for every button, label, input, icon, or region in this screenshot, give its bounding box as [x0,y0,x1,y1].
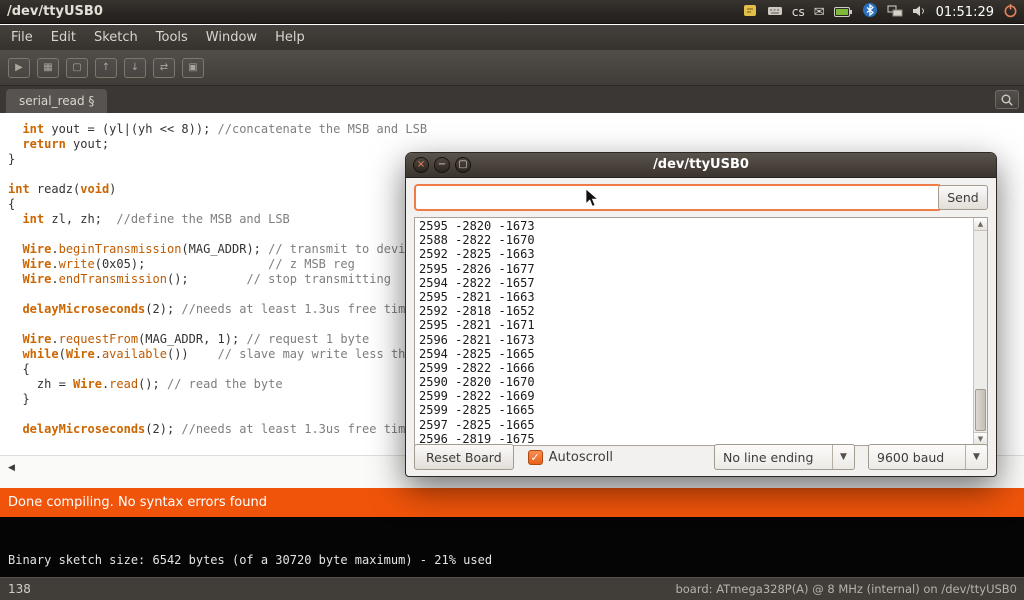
burn-button[interactable]: ▣ [182,58,204,78]
serial-monitor-window: × − ▢ /dev/ttyUSB0 Send 2595 -2820 -1673… [405,152,997,477]
notes-indicator-icon[interactable] [743,3,758,22]
bluetooth-icon[interactable] [862,2,878,22]
menu-edit[interactable]: Edit [42,25,85,50]
baud-rate-value: 9600 baud [869,450,965,465]
session-power-icon[interactable] [1003,3,1018,22]
serial-line: 2597 -2825 -1665 [419,418,972,432]
window-title: /dev/ttyUSB0 [7,4,103,19]
keyboard-layout-label[interactable]: cs [792,5,805,19]
serial-line: 2590 -2820 -1670 [419,375,972,389]
menu-sketch[interactable]: Sketch [85,25,147,50]
serial-input-row: Send [414,184,988,211]
scroll-left-icon[interactable]: ◀ [8,463,15,473]
code-line: int yout = (yl|(yh << 8)); //concatenate… [8,122,1024,137]
serial-line: 2592 -2825 -1663 [419,247,972,261]
reset-board-button[interactable]: Reset Board [414,444,514,470]
magnifier-icon [1000,93,1014,107]
serial-monitor-button[interactable] [995,90,1019,109]
serial-line: 2596 -2821 -1673 [419,333,972,347]
verify-button[interactable]: ▶ [8,58,30,78]
menubar: FileEditSketchToolsWindowHelp [0,25,1024,50]
chevron-down-icon: ▼ [832,445,854,469]
screen: /dev/ttyUSB0 cs ✉ 01:51:29 [0,0,1024,600]
menu-window[interactable]: Window [197,25,266,50]
volume-icon[interactable] [912,3,927,22]
serial-monitor-titlebar[interactable]: × − ▢ /dev/ttyUSB0 [406,153,996,178]
serial-line: 2594 -2822 -1657 [419,276,972,290]
serial-output-area[interactable]: 2595 -2820 -16732588 -2822 -16702592 -28… [414,217,988,446]
serial-line: 2588 -2822 -1670 [419,233,972,247]
toolbar: ▶ ▦ ▢ ↑ ↓ ⇄ ▣ [0,50,1024,86]
system-tray: cs ✉ 01:51:29 [743,0,1022,24]
serial-send-input[interactable] [414,184,942,211]
build-console: Binary sketch size: 6542 bytes (of a 307… [0,517,1024,577]
send-button[interactable]: Send [938,185,988,210]
clock[interactable]: 01:51:29 [936,5,994,20]
messages-icon[interactable]: ✉ [814,6,825,19]
stop-button[interactable]: ▦ [37,58,59,78]
menu-tools[interactable]: Tools [147,25,197,50]
code-line: return yout; [8,137,1024,152]
serial-output-lines: 2595 -2820 -16732588 -2822 -16702592 -28… [415,219,972,445]
scroll-up-icon[interactable]: ▲ [974,218,987,231]
network-icon[interactable] [887,3,903,22]
keyboard-indicator-icon[interactable] [767,3,783,22]
serial-line: 2595 -2820 -1673 [419,219,972,233]
board-info: board: ATmega328P(A) @ 8 MHz (internal) … [675,578,1017,600]
line-ending-select[interactable]: No line ending ▼ [714,444,855,470]
open-button[interactable]: ↑ [95,58,117,78]
serial-vscrollbar[interactable]: ▲ ▼ [973,218,987,445]
autoscroll-label: Autoscroll [549,450,613,465]
compile-status-bar: Done compiling. No syntax errors found [0,488,1024,517]
serial-line: 2595 -2826 -1677 [419,262,972,276]
serial-line: 2592 -2818 -1652 [419,304,972,318]
serial-line: 2599 -2825 -1665 [419,403,972,417]
serial-line: 2599 -2822 -1669 [419,389,972,403]
top-panel: /dev/ttyUSB0 cs ✉ 01:51:29 [0,0,1024,24]
mouse-cursor [584,188,600,213]
autoscroll-checkbox[interactable]: ✓ [528,450,543,465]
statusbar: 138 board: ATmega328P(A) @ 8 MHz (intern… [0,577,1024,600]
new-sketch-button[interactable]: ▢ [66,58,88,78]
tabbar: serial_read § [0,86,1024,113]
serial-line: 2595 -2821 -1663 [419,290,972,304]
chevron-down-icon: ▼ [965,445,987,469]
export-button[interactable]: ⇄ [153,58,175,78]
line-ending-value: No line ending [715,450,832,465]
serial-line: 2594 -2825 -1665 [419,347,972,361]
serial-line: 2595 -2821 -1671 [419,318,972,332]
battery-icon[interactable] [834,3,853,22]
serial-monitor-title: /dev/ttyUSB0 [406,157,996,172]
save-button[interactable]: ↓ [124,58,146,78]
serial-monitor-controls: Reset Board ✓ Autoscroll No line ending … [414,443,988,471]
menu-help[interactable]: Help [266,25,314,50]
menu-file[interactable]: File [2,25,42,50]
console-output: Binary sketch size: 6542 bytes (of a 307… [8,553,492,567]
tab-serial-read[interactable]: serial_read § [6,89,107,113]
scrollbar-thumb[interactable] [975,389,986,431]
serial-line: 2599 -2822 -1666 [419,361,972,375]
line-number-indicator: 138 [8,578,31,600]
baud-rate-select[interactable]: 9600 baud ▼ [868,444,988,470]
